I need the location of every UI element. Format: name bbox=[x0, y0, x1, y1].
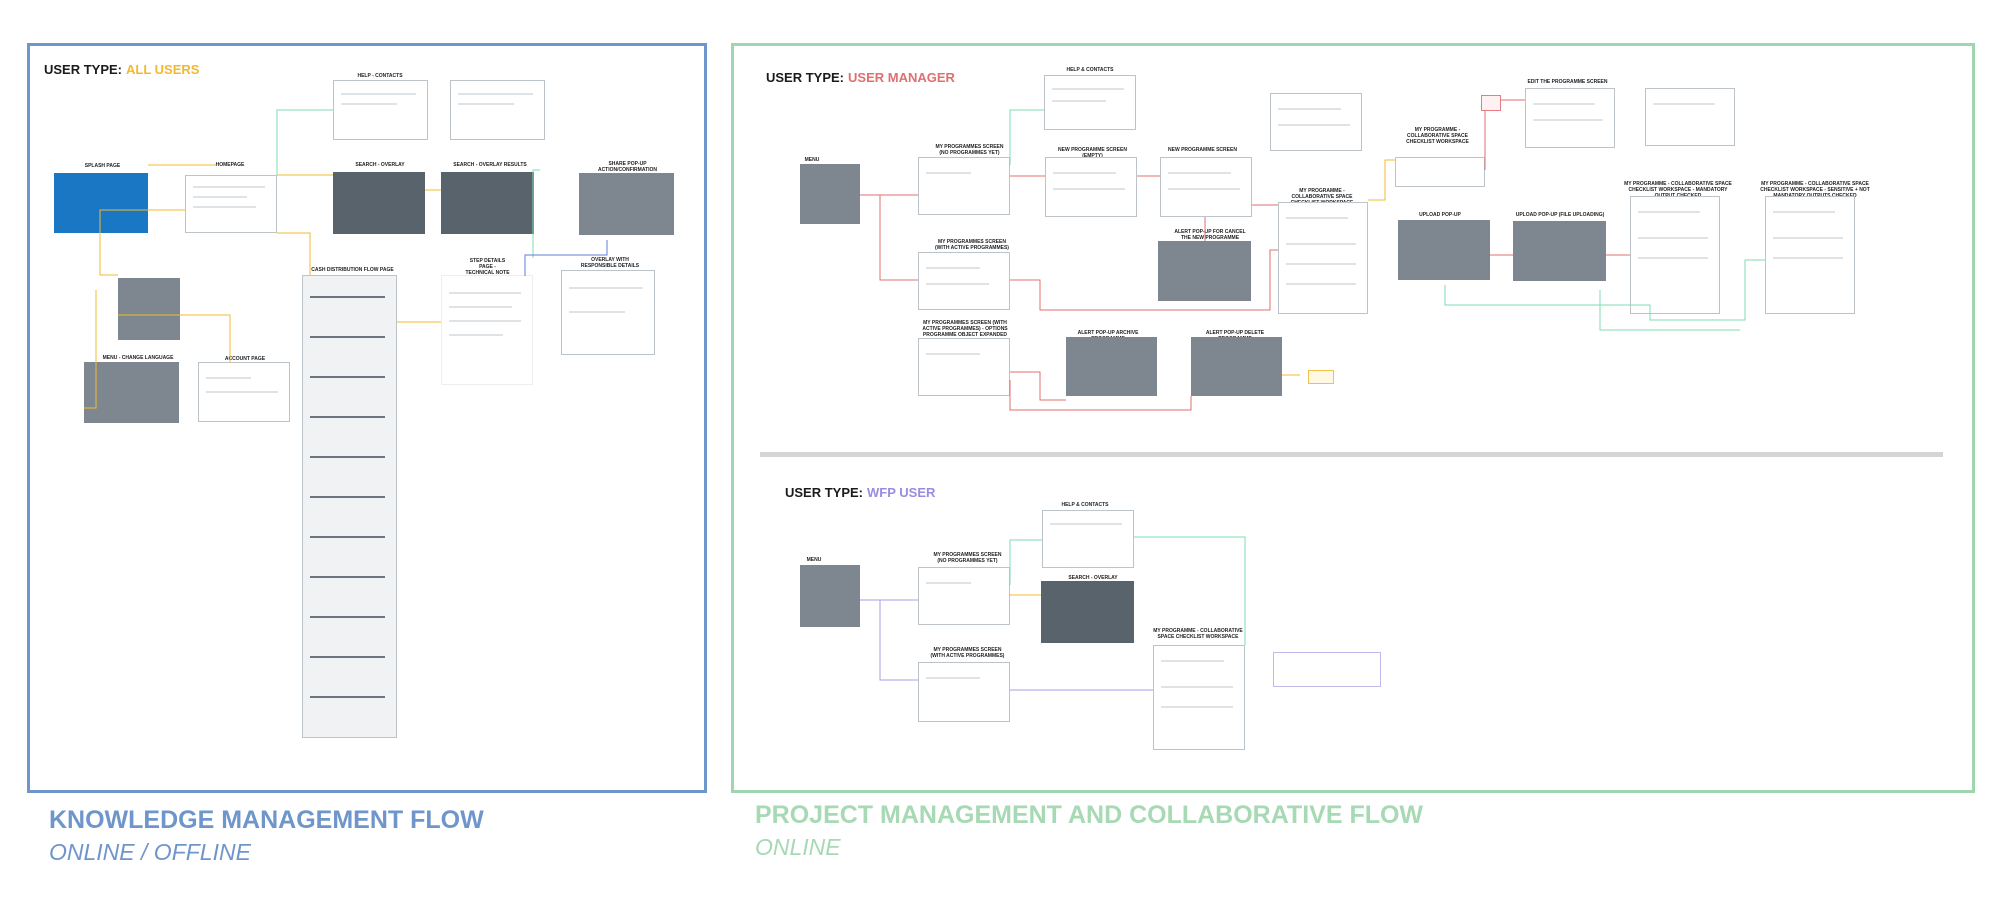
user-type-prefix: USER TYPE: bbox=[44, 62, 123, 77]
label-search-overlay: SEARCH - OVERLAY bbox=[355, 162, 405, 168]
wfp-my-prog-none-thumb[interactable] bbox=[918, 567, 1010, 625]
label-my-programmes-active: MY PROGRAMMES SCREEN (WITH ACTIVE PROGRA… bbox=[935, 239, 1009, 251]
wfp-collab-note bbox=[1273, 652, 1381, 687]
label-menu-change-language: MENU - CHANGE LANGUAGE bbox=[102, 355, 174, 361]
pm-edit-prog-thumb-2[interactable] bbox=[1645, 88, 1735, 146]
note-red-tag bbox=[1481, 95, 1501, 111]
pm-new-prog-empty-thumb[interactable] bbox=[1045, 157, 1137, 217]
knowledge-flow-subtitle: ONLINE / OFFLINE bbox=[49, 839, 251, 865]
note-yellow-tag bbox=[1308, 370, 1334, 384]
label-homepage: HOMEPAGE bbox=[215, 162, 245, 168]
label-new-programme: NEW PROGRAMME SCREEN bbox=[1168, 147, 1237, 153]
menu-thumb[interactable] bbox=[118, 278, 180, 340]
label-splash-page: SPLASH PAGE bbox=[84, 163, 121, 169]
pm-alert-delete-thumb[interactable] bbox=[1191, 337, 1282, 396]
label-wfp-collab: MY PROGRAMME - COLLABORATIVE SPACE CHECK… bbox=[1153, 628, 1243, 640]
wfp-help-thumb[interactable] bbox=[1042, 510, 1134, 568]
label-help-contacts: HELP - CONTACTS bbox=[357, 73, 403, 79]
pm-upload-file-thumb[interactable] bbox=[1513, 221, 1606, 281]
pm-mandatory-thumb-2[interactable] bbox=[1765, 196, 1855, 314]
step-details-thumb[interactable] bbox=[441, 275, 533, 385]
knowledge-flow-title: KNOWLEDGE MANAGEMENT FLOW bbox=[49, 806, 484, 834]
wfp-menu-thumb[interactable] bbox=[800, 565, 860, 627]
label-upload-file: UPLOAD POP-UP (FILE UPLOADING) bbox=[1515, 212, 1605, 218]
user-type-prefix: USER TYPE: bbox=[766, 70, 845, 85]
pm-upload-thumb[interactable] bbox=[1398, 220, 1490, 280]
label-search-results: SEARCH - OVERLAY RESULTS bbox=[453, 162, 527, 168]
pm-edit-prog-thumb[interactable] bbox=[1525, 88, 1615, 148]
pm-new-prog-thumb[interactable] bbox=[1160, 157, 1252, 217]
label-wfp-help: HELP & CONTACTS bbox=[1061, 502, 1109, 508]
pm-alert-cancel-thumb[interactable] bbox=[1158, 241, 1251, 301]
label-step-details: STEP DETAILS PAGE - TECHNICAL NOTE bbox=[465, 258, 510, 276]
label-edit-programme: EDIT THE PROGRAMME SCREEN bbox=[1527, 79, 1608, 85]
user-type-wfp-user: USER TYPE: WFP USER bbox=[785, 485, 935, 500]
splash-screen-thumb[interactable] bbox=[54, 173, 148, 233]
wfp-search-thumb[interactable] bbox=[1041, 581, 1134, 643]
pm-my-prog-active-thumb[interactable] bbox=[918, 252, 1010, 310]
pm-collab-space-thumb[interactable] bbox=[1278, 202, 1368, 314]
user-type-user-manager: USER TYPE: USER MANAGER bbox=[766, 70, 955, 85]
pm-help-thumb[interactable] bbox=[1044, 75, 1136, 130]
user-type-prefix: USER TYPE: bbox=[785, 485, 864, 500]
label-cash-distribution: CASH DISTRIBUTION FLOW PAGE bbox=[311, 267, 394, 273]
label-upload-popup: UPLOAD POP-UP bbox=[1419, 212, 1461, 218]
help-screen-thumb[interactable] bbox=[333, 80, 428, 140]
help-screen-thumb-2[interactable] bbox=[450, 80, 545, 140]
label-menu: MENU bbox=[804, 157, 820, 163]
pm-mandatory-thumb[interactable] bbox=[1630, 196, 1720, 314]
pm-collab-space-thumb-2[interactable] bbox=[1395, 157, 1485, 187]
project-flow-title: PROJECT MANAGEMENT AND COLLABORATIVE FLO… bbox=[755, 801, 1424, 829]
label-wfp-menu: MENU bbox=[806, 557, 822, 563]
search-overlay-thumb[interactable] bbox=[333, 172, 425, 234]
user-type-role: ALL USERS bbox=[126, 62, 200, 77]
wfp-collab-thumb[interactable] bbox=[1153, 645, 1245, 750]
overlay-details-thumb[interactable] bbox=[561, 270, 655, 355]
pm-my-prog-expand-thumb[interactable] bbox=[918, 338, 1010, 396]
label-share-popup: SHARE POP-UP ACTION/CONFIRMATION bbox=[597, 161, 658, 173]
label-overlay-details: OVERLAY WITH RESPONSIBLE DETAILS bbox=[580, 257, 640, 269]
pm-new-prog-filled-thumb[interactable] bbox=[1270, 93, 1362, 151]
label-wfp-my-prog-none: MY PROGRAMMES SCREEN (NO PROGRAMMES YET) bbox=[933, 552, 1002, 564]
account-screen-thumb[interactable] bbox=[198, 362, 290, 422]
user-type-role: WFP USER bbox=[867, 485, 936, 500]
label-collab-space-2: MY PROGRAMME - COLLABORATIVE SPACE CHECK… bbox=[1406, 127, 1469, 145]
menu-language-thumb[interactable] bbox=[84, 362, 179, 423]
label-help-contacts-pm: HELP & CONTACTS bbox=[1066, 67, 1114, 73]
search-results-thumb[interactable] bbox=[441, 172, 534, 234]
pm-alert-archive-thumb[interactable] bbox=[1066, 337, 1157, 396]
label-my-programmes-none: MY PROGRAMMES SCREEN (NO PROGRAMMES YET) bbox=[935, 144, 1004, 156]
cash-distribution-flow-thumb[interactable] bbox=[302, 275, 397, 738]
label-my-programmes-expand: MY PROGRAMMES SCREEN (WITH ACTIVE PROGRA… bbox=[922, 320, 1008, 338]
project-flow-subtitle: ONLINE bbox=[755, 834, 841, 860]
share-popup-thumb[interactable] bbox=[579, 173, 674, 235]
wfp-my-prog-active-thumb[interactable] bbox=[918, 662, 1010, 722]
label-wfp-my-prog-active: MY PROGRAMMES SCREEN (WITH ACTIVE PROGRA… bbox=[930, 647, 1005, 659]
homepage-screen-thumb[interactable] bbox=[185, 175, 277, 233]
user-type-role: USER MANAGER bbox=[848, 70, 955, 85]
pm-my-prog-none-thumb[interactable] bbox=[918, 157, 1010, 215]
user-type-all-users: USER TYPE: ALL USERS bbox=[44, 62, 199, 77]
section-divider bbox=[760, 452, 1943, 457]
pm-menu-thumb[interactable] bbox=[800, 164, 860, 224]
